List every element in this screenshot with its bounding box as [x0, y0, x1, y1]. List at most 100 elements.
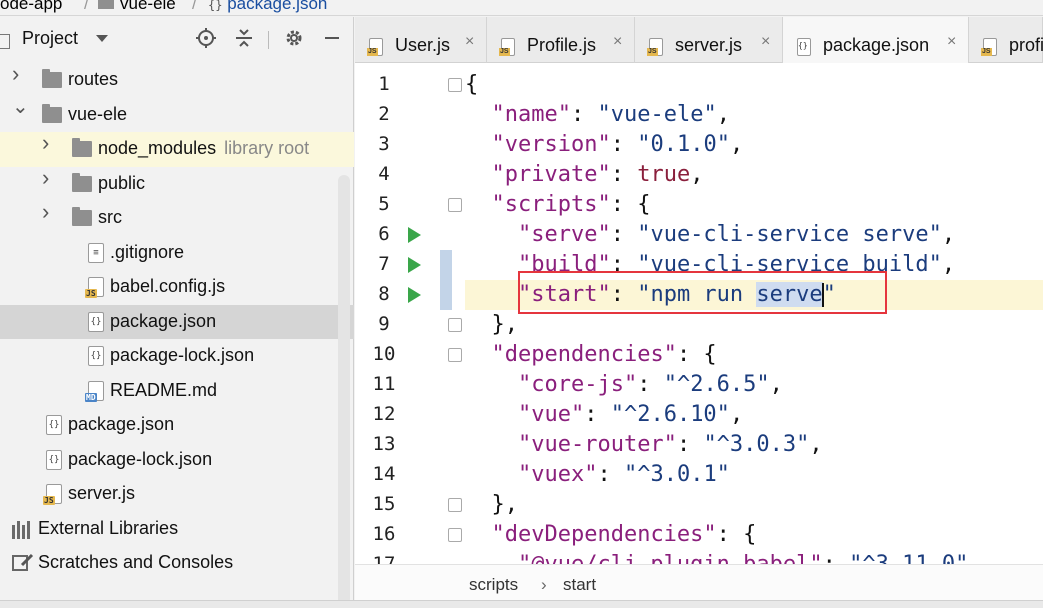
chevron-right-icon[interactable]: › — [42, 132, 56, 154]
tree-item-label: package-lock.json — [110, 345, 255, 365]
tree-item-label: README.md — [110, 379, 218, 400]
window-bottom-edge — [0, 600, 1043, 608]
tree-scrollbar[interactable] — [338, 175, 350, 605]
breadcrumb-project[interactable]: ode-app — [0, 0, 62, 14]
tree-item[interactable]: {} package.json — [0, 304, 354, 339]
code-line[interactable]: "core-js": "^2.6.5", — [465, 370, 1043, 400]
tree-item[interactable]: MD README.md — [0, 374, 354, 409]
js-file-icon: JS — [499, 38, 515, 56]
tree-item[interactable]: › routes — [0, 63, 354, 98]
code-line[interactable]: "vue-router": "^3.0.3", — [465, 430, 1043, 460]
tree-item[interactable]: Scratches and Consoles — [0, 546, 354, 581]
tree-item[interactable]: JS server.js — [0, 477, 354, 512]
tab-label: Profile.js — [527, 35, 597, 55]
tree-item-label: server.js — [68, 483, 136, 503]
project-toolbar: Project — [0, 17, 354, 63]
breadcrumb-scripts[interactable]: scripts — [469, 575, 518, 595]
line-number: 13 — [372, 433, 396, 455]
breadcrumb-folder[interactable]: vue-ele — [98, 0, 176, 14]
line-number: 4 — [378, 163, 390, 185]
tree-item[interactable]: › node_modules library root — [0, 132, 354, 167]
minimize-icon[interactable] — [320, 27, 344, 51]
tab-package-json[interactable]: {} package.json × — [783, 17, 969, 63]
code-line[interactable]: "private": true, — [465, 160, 1043, 190]
tab-profile-js[interactable]: JS Profile.js × — [487, 17, 635, 63]
tree-item[interactable]: JS babel.config.js — [0, 270, 354, 305]
folder-icon — [72, 138, 92, 157]
folder-icon — [98, 0, 114, 9]
close-icon[interactable]: × — [761, 33, 770, 51]
navigation-bar: ode-app / vue-ele / {} package.json — [0, 0, 1043, 16]
tree-item[interactable]: › src — [0, 201, 354, 236]
code-line[interactable]: "scripts": { — [465, 190, 1043, 220]
tree-item[interactable]: {} package.json — [0, 408, 354, 443]
tree-item-label: routes — [68, 69, 119, 89]
chevron-right-icon[interactable]: › — [12, 63, 26, 85]
locate-icon[interactable] — [194, 27, 218, 51]
breadcrumb-start[interactable]: start — [563, 575, 596, 595]
tab-server-js[interactable]: JS server.js × — [635, 17, 783, 63]
project-view-title[interactable]: Project — [22, 28, 78, 49]
close-icon[interactable]: × — [465, 33, 474, 51]
chevron-right-icon[interactable]: › — [42, 201, 56, 223]
gear-icon[interactable] — [282, 27, 306, 51]
line-number: 3 — [378, 133, 390, 155]
close-icon[interactable]: × — [947, 33, 956, 51]
code-line[interactable]: "name": "vue-ele", — [465, 100, 1043, 130]
chevron-down-icon[interactable] — [96, 35, 108, 42]
tab-label: User.js — [395, 35, 451, 55]
json-file-icon: {} — [46, 449, 62, 470]
fold-icon[interactable] — [448, 318, 462, 332]
code-view[interactable]: { "name": "vue-ele", "version": "0.1.0",… — [465, 64, 1043, 564]
tree-item-label: External Libraries — [38, 517, 179, 538]
change-marker — [440, 250, 452, 310]
breadcrumb-file[interactable]: {} package.json — [208, 0, 327, 14]
fold-icon[interactable] — [448, 528, 462, 542]
fold-icon[interactable] — [448, 348, 462, 362]
code-line[interactable]: "vue": "^2.6.10", — [465, 400, 1043, 430]
chevron-down-icon[interactable]: ⌄ — [12, 97, 29, 117]
line-number: 16 — [372, 523, 396, 545]
code-line[interactable]: }, — [465, 490, 1043, 520]
fold-icon[interactable] — [448, 198, 462, 212]
run-icon[interactable] — [408, 257, 421, 273]
code-line[interactable]: }, — [465, 310, 1043, 340]
highlight-annotation-box — [518, 271, 887, 314]
tree-item[interactable]: ⌄ vue-ele — [0, 97, 354, 133]
tree-item[interactable]: {} package-lock.json — [0, 339, 354, 374]
run-icon[interactable] — [408, 287, 421, 303]
chevron-right-icon[interactable]: › — [42, 166, 56, 188]
tab-user-js[interactable]: JS User.js × — [355, 17, 487, 63]
code-line[interactable]: "vuex": "^3.0.1" — [465, 460, 1043, 490]
breadcrumb-separator: / — [84, 0, 89, 13]
code-line[interactable]: "version": "0.1.0", — [465, 130, 1043, 160]
run-icon[interactable] — [408, 227, 421, 243]
tree-item[interactable]: ≡ .gitignore — [0, 236, 354, 271]
tab-label: server.js — [675, 35, 743, 55]
code-line[interactable]: "serve": "vue-cli-service serve", — [465, 220, 1043, 250]
tree-item[interactable]: › public — [0, 166, 354, 202]
close-icon[interactable]: × — [613, 33, 622, 51]
tree-item[interactable]: External Libraries — [0, 512, 354, 547]
code-line[interactable]: "@vue/cli-plugin-babel": "^3.11.0", — [465, 550, 1043, 564]
fold-icon[interactable] — [448, 498, 462, 512]
code-line[interactable]: "dependencies": { — [465, 340, 1043, 370]
collapse-icon[interactable] — [232, 27, 256, 51]
fold-icon[interactable] — [448, 78, 462, 92]
code-line[interactable]: "devDependencies": { — [465, 520, 1043, 550]
library-root-hint: library root — [224, 138, 310, 158]
folder-icon — [72, 207, 92, 226]
line-number: 12 — [372, 403, 396, 425]
breadcrumb-chevron: › — [541, 575, 547, 594]
line-number: 15 — [372, 493, 396, 515]
code-line[interactable]: { — [465, 70, 1043, 100]
line-number: 10 — [372, 343, 396, 365]
line-number: 1 — [378, 73, 390, 95]
folder-icon — [42, 69, 62, 88]
tree-item-label: babel.config.js — [110, 276, 226, 296]
tree-item-label: Scratches and Consoles — [38, 552, 234, 572]
tree-item[interactable]: {} package-lock.json — [0, 443, 354, 478]
line-number: 5 — [378, 193, 390, 215]
tab-profi[interactable]: JS profi — [969, 17, 1043, 63]
line-number: 2 — [378, 103, 390, 125]
